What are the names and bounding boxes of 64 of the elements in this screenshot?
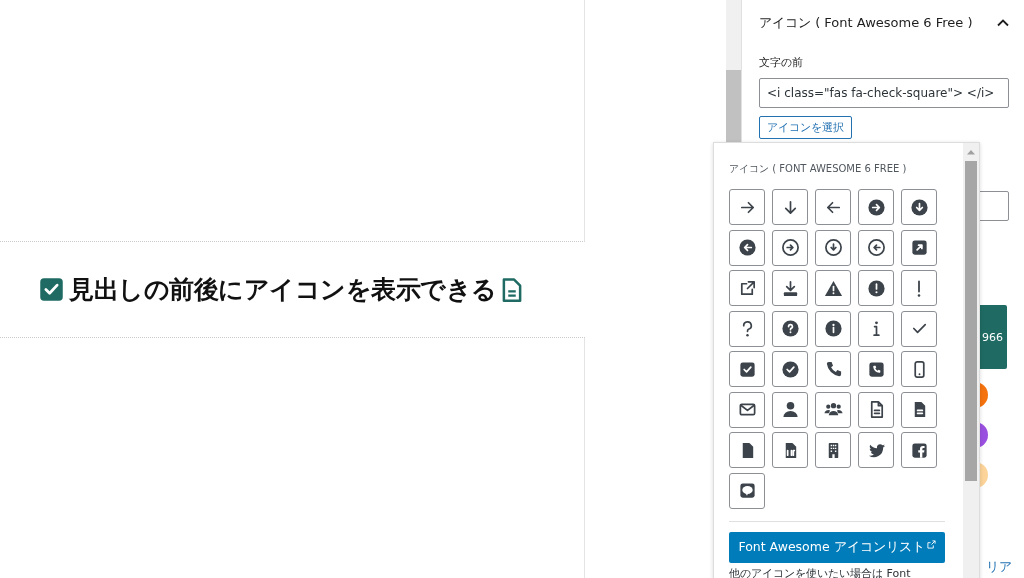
- icon-option-button[interactable]: [772, 351, 808, 387]
- scrollbar[interactable]: [963, 143, 979, 578]
- help-text: 他のアイコンを使いたい場合は Font: [729, 566, 912, 578]
- circle-arrow-down-icon: [909, 197, 929, 217]
- exclamation-icon: [917, 278, 921, 298]
- circle-arrow-down-icon: [823, 238, 843, 257]
- popup-title: アイコン ( FONT AWESOME 6 FREE ): [729, 162, 908, 176]
- icon-option-button[interactable]: [858, 189, 894, 225]
- icon-option-button[interactable]: [901, 432, 937, 468]
- icon-option-button[interactable]: [772, 391, 808, 428]
- icon-option-button[interactable]: [772, 270, 808, 306]
- icon-option-button[interactable]: [815, 270, 851, 306]
- icon-option-button[interactable]: [858, 351, 894, 387]
- icon-option-button[interactable]: [729, 310, 765, 347]
- icon-option-button[interactable]: [772, 229, 808, 266]
- icon-option-button[interactable]: [815, 391, 851, 428]
- icon-list-button[interactable]: Font Awesome アイコンリスト: [729, 531, 945, 563]
- circle-arrow-left-icon: [737, 238, 757, 257]
- envelope-icon: [737, 400, 757, 419]
- icon-option-button[interactable]: [729, 472, 765, 509]
- user-icon: [780, 400, 800, 419]
- icon-option-button[interactable]: [901, 351, 937, 387]
- speech-bubble-icon: [737, 481, 757, 500]
- icon-option-button[interactable]: [858, 229, 894, 266]
- icon-option-button[interactable]: [772, 189, 808, 225]
- field-label: 文字の前: [759, 55, 804, 70]
- icon-option-button[interactable]: [815, 189, 851, 225]
- icon-option-button[interactable]: [858, 432, 894, 468]
- icon-option-button[interactable]: [858, 270, 894, 306]
- icon-option-button[interactable]: [858, 391, 894, 428]
- icon-option-button[interactable]: [815, 351, 851, 387]
- circle-arrow-right-icon: [866, 197, 886, 217]
- icon-option-button[interactable]: [772, 310, 808, 347]
- link[interactable]: リア: [986, 558, 1012, 576]
- select-icon-button[interactable]: アイコンを選択: [759, 116, 852, 139]
- panel-title[interactable]: アイコン ( Font Awesome 6 Free ): [759, 14, 973, 32]
- checkbox-icon: [39, 277, 64, 302]
- icon-option-button[interactable]: [901, 391, 937, 428]
- icon-option-button[interactable]: [901, 229, 937, 266]
- icon-option-button[interactable]: [901, 189, 937, 225]
- icon-option-button[interactable]: [729, 432, 765, 468]
- check-circle-icon: [780, 359, 800, 379]
- icon-option-button[interactable]: [729, 351, 765, 387]
- checkbox-icon: [737, 359, 757, 379]
- icon-option-button[interactable]: [729, 229, 765, 266]
- icon-option-button[interactable]: [815, 432, 851, 468]
- icon-option-button[interactable]: [729, 270, 765, 306]
- icon-option-button[interactable]: [729, 391, 765, 428]
- question-circle-icon: [780, 319, 800, 338]
- document-icon: [501, 276, 522, 303]
- f-square-icon: [909, 440, 929, 460]
- warning-icon: [823, 278, 843, 298]
- icon-option-button[interactable]: [772, 432, 808, 468]
- icon-option-button[interactable]: [729, 189, 765, 225]
- info-circle-icon: [823, 319, 843, 338]
- phone-square-icon: [866, 359, 886, 379]
- icon-option-button[interactable]: [815, 310, 851, 347]
- icon-option-button[interactable]: [815, 229, 851, 266]
- circle-arrow-right-icon: [780, 238, 800, 257]
- text-field[interactable]: <i class="fas fa-check-square"> </i>: [759, 78, 1009, 108]
- external-link-icon: [926, 539, 936, 549]
- exclamation-circle-icon: [866, 278, 886, 298]
- heading: 見出しの前後にアイコンを表示できる: [69, 274, 497, 306]
- circle-arrow-left-icon: [866, 238, 886, 257]
